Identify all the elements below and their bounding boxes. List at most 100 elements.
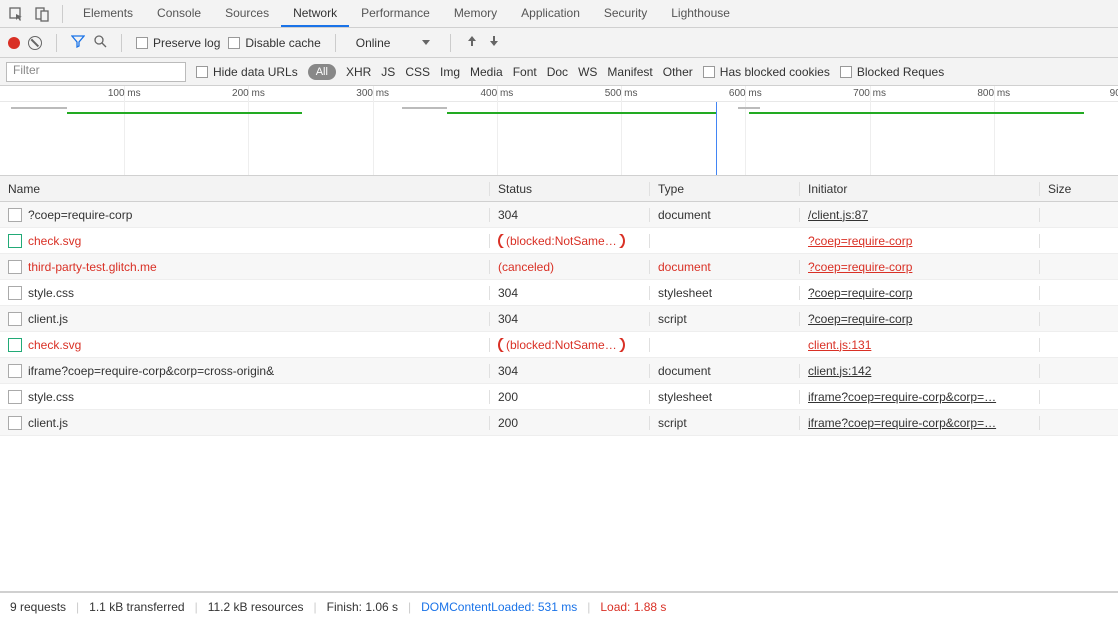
inspect-icon[interactable] [4,2,28,26]
timeline-tick: 600 ms [729,88,762,99]
filter-cat-xhr[interactable]: XHR [346,65,371,79]
record-button[interactable] [8,37,20,49]
request-name: check.svg [28,338,81,352]
timeline-tick: 300 ms [356,88,389,99]
request-initiator[interactable]: ?coep=require-corp [808,260,912,274]
request-name: style.css [28,286,74,300]
hide-data-urls-checkbox[interactable]: Hide data URLs [196,65,298,79]
table-row[interactable]: check.svg (blocked:NotSame… ?coep=require-… [0,228,1118,254]
request-initiator[interactable]: iframe?coep=require-corp&corp=… [808,390,996,404]
divider [62,5,63,23]
col-initiator-header[interactable]: Initiator [800,182,1040,196]
filter-icon[interactable] [71,34,85,51]
chevron-down-icon [422,40,430,45]
file-icon [8,312,22,326]
has-blocked-cookies-checkbox[interactable]: Has blocked cookies [703,65,830,79]
clear-button[interactable] [28,36,42,50]
request-initiator[interactable]: ?coep=require-corp [808,312,912,326]
table-row[interactable]: ?coep=require-corp 304 document/client.js:… [0,202,1118,228]
request-name: client.js [28,312,68,326]
summary-dcl: DOMContentLoaded: 531 ms [421,600,577,614]
throttling-value: Online [356,36,391,50]
request-initiator[interactable]: client.js:142 [808,364,871,378]
filter-cat-other[interactable]: Other [663,65,693,79]
tab-network[interactable]: Network [281,0,349,27]
table-row[interactable]: check.svg(blocked:NotSame…client.js:131 [0,332,1118,358]
tab-security[interactable]: Security [592,0,659,27]
filter-placeholder: Filter [13,63,40,77]
timeline-tick: 800 ms [977,88,1010,99]
network-request-table: Name Status Type Initiator Size ?coep=re… [0,176,1118,592]
tab-lighthouse[interactable]: Lighthouse [659,0,742,27]
request-name: ?coep=require-corp [28,208,132,222]
filter-cat-all[interactable]: All [308,64,336,80]
table-row[interactable]: style.css200stylesheetiframe?coep=requir… [0,384,1118,410]
throttling-select[interactable]: Online [350,36,437,50]
request-initiator[interactable]: /client.js:87 [808,208,868,222]
summary-requests: 9 requests [10,600,66,614]
request-initiator[interactable]: client.js:131 [808,338,871,352]
summary-finish: Finish: 1.06 s [327,600,398,614]
network-timeline[interactable]: 100 ms200 ms300 ms400 ms500 ms600 ms700 … [0,86,1118,176]
request-status: (blocked:NotSame… [498,234,625,248]
disable-cache-checkbox[interactable]: Disable cache [228,36,320,50]
tab-console[interactable]: Console [145,0,213,27]
filter-cat-ws[interactable]: WS [578,65,597,79]
request-initiator[interactable]: ?coep=require-corp [808,234,912,248]
filter-cat-img[interactable]: Img [440,65,460,79]
request-type: document [658,364,711,378]
filter-cat-css[interactable]: CSS [405,65,430,79]
file-icon [8,416,22,430]
request-type: document [658,208,711,222]
request-initiator[interactable]: ?coep=require-corp [808,286,912,300]
tab-elements[interactable]: Elements [71,0,145,27]
network-toolbar: Preserve log Disable cache Online [0,28,1118,58]
timeline-tick: 100 ms [108,88,141,99]
request-name: check.svg [28,234,81,248]
col-size-header[interactable]: Size [1040,182,1118,196]
request-name: third-party-test.glitch.me [28,260,157,274]
filter-cat-js[interactable]: JS [381,65,395,79]
tab-application[interactable]: Application [509,0,592,27]
col-type-header[interactable]: Type [650,182,800,196]
preserve-log-label: Preserve log [153,36,220,50]
tab-memory[interactable]: Memory [442,0,509,27]
filter-cat-media[interactable]: Media [470,65,503,79]
blocked-requests-checkbox[interactable]: Blocked Reques [840,65,944,79]
table-row[interactable]: client.js 304 script ?coep=require-corp [0,306,1118,332]
table-row[interactable]: third-party-test.glitch.me(canceled)docu… [0,254,1118,280]
summary-resources: 11.2 kB resources [208,600,304,614]
request-type: script [658,416,687,430]
tab-performance[interactable]: Performance [349,0,442,27]
table-row[interactable]: style.css304stylesheet?coep=require-corp [0,280,1118,306]
search-icon[interactable] [93,34,107,51]
timeline-tick: 500 ms [605,88,638,99]
divider [56,34,57,52]
table-row[interactable]: client.js200scriptiframe?coep=require-co… [0,410,1118,436]
timeline-tick: 400 ms [480,88,513,99]
device-toggle-icon[interactable] [30,2,54,26]
filter-cat-doc[interactable]: Doc [547,65,568,79]
tab-sources[interactable]: Sources [213,0,281,27]
file-icon [8,208,22,222]
col-name-header[interactable]: Name [0,182,490,196]
col-status-header[interactable]: Status [490,182,650,196]
hide-data-urls-label: Hide data URLs [213,65,298,79]
filter-input[interactable]: Filter [6,62,186,82]
file-icon [8,390,22,404]
request-status: 200 [498,390,518,404]
filter-cat-manifest[interactable]: Manifest [607,65,652,79]
upload-har-icon[interactable] [465,34,479,51]
download-har-icon[interactable] [487,34,501,51]
domcontentloaded-marker [716,102,717,175]
request-type: script [658,312,687,326]
request-status: 304 [498,312,518,326]
preserve-log-checkbox[interactable]: Preserve log [136,36,220,50]
image-file-icon [8,338,22,352]
filter-cat-font[interactable]: Font [513,65,537,79]
request-status: 304 [498,208,518,222]
table-row[interactable]: iframe?coep=require-corp&corp=cross-orig… [0,358,1118,384]
request-name: iframe?coep=require-corp&corp=cross-orig… [28,364,274,378]
network-filter-bar: Filter Hide data URLs All XHR JS CSS Img Medi… [0,58,1118,86]
request-initiator[interactable]: iframe?coep=require-corp&corp=… [808,416,996,430]
